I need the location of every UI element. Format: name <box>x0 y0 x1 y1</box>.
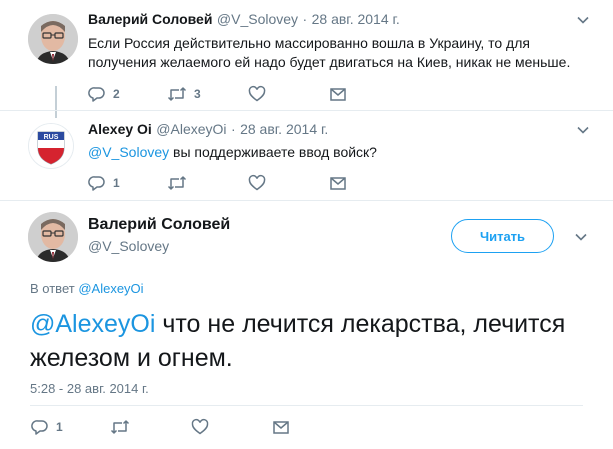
reply-button[interactable]: 2 <box>88 85 120 103</box>
avatar[interactable] <box>28 14 78 64</box>
tweet-date[interactable]: 28 авг. 2014 г. <box>240 121 328 137</box>
heart-icon <box>191 418 209 435</box>
author-name[interactable]: Валерий Соловей <box>88 216 230 234</box>
reply-to-link[interactable]: @AlexeyOi <box>78 281 143 296</box>
chevron-down-icon[interactable] <box>574 230 588 244</box>
heart-icon <box>248 85 266 102</box>
author-handle[interactable]: @V_Solovey <box>217 11 298 27</box>
tweet-text-container: @AlexeyOi что не лечится лекарства, лечи… <box>30 307 590 375</box>
retweet-icon <box>167 87 187 101</box>
retweet-button[interactable] <box>167 174 187 192</box>
divider <box>0 200 613 201</box>
thread-connector <box>55 86 57 118</box>
envelope-icon <box>273 421 289 434</box>
divider <box>30 405 583 406</box>
tweet-date[interactable]: 28 авг. 2014 г. <box>312 11 400 27</box>
chevron-down-icon[interactable] <box>576 123 590 137</box>
retweet-icon <box>110 420 130 434</box>
direct-message-button[interactable] <box>329 174 347 192</box>
reply-count: 2 <box>113 87 120 101</box>
chevron-down-icon[interactable] <box>576 13 590 27</box>
avatar[interactable]: RUS <box>28 123 74 169</box>
tweet-timestamp[interactable]: 5:28 - 28 авг. 2014 г. <box>30 381 149 396</box>
like-button[interactable] <box>191 418 209 436</box>
heart-icon <box>248 174 266 191</box>
tweet-text-line: Если Россия действительно массированно в… <box>88 35 530 51</box>
reply-icon <box>31 420 48 435</box>
envelope-icon <box>330 88 346 101</box>
separator: · <box>230 121 236 137</box>
author-handle[interactable]: @V_Solovey <box>88 238 169 254</box>
tweet-text-line: получения желаемого ей надо будет двигат… <box>88 54 571 70</box>
separator: · <box>302 11 308 27</box>
retweet-icon <box>167 176 187 190</box>
retweet-button[interactable] <box>110 418 130 436</box>
avatar-photo <box>28 14 78 64</box>
reply-prefix: В ответ <box>30 281 75 296</box>
mention-link[interactable]: @V_Solovey <box>88 144 169 160</box>
avatar[interactable] <box>28 212 78 262</box>
retweet-button[interactable]: 3 <box>167 85 201 103</box>
retweet-count: 3 <box>194 87 201 101</box>
reply-icon <box>88 176 105 191</box>
author-handle[interactable]: @AlexeyOi <box>156 121 226 137</box>
divider <box>0 110 613 111</box>
envelope-icon <box>330 177 346 190</box>
mention-link[interactable]: @AlexeyOi <box>30 310 155 338</box>
reply-button[interactable]: 1 <box>88 174 120 192</box>
like-button[interactable] <box>248 174 266 192</box>
avatar-label: RUS <box>44 134 59 141</box>
like-button[interactable] <box>248 85 266 103</box>
author-name[interactable]: Валерий Соловей <box>88 11 212 27</box>
author-name[interactable]: Alexey Oi <box>88 121 152 137</box>
follow-button[interactable]: Читать <box>451 219 554 253</box>
direct-message-button[interactable] <box>272 418 290 436</box>
russia-badge-icon: RUS <box>29 124 73 168</box>
reply-icon <box>88 87 105 102</box>
reply-count: 1 <box>56 420 63 434</box>
reply-context: В ответ @AlexeyOi <box>30 281 144 296</box>
avatar-photo <box>28 212 78 262</box>
tweet-text: вы поддерживаете ввод войск? <box>169 144 377 160</box>
reply-button[interactable]: 1 <box>31 418 63 436</box>
reply-count: 1 <box>113 176 120 190</box>
direct-message-button[interactable] <box>329 85 347 103</box>
